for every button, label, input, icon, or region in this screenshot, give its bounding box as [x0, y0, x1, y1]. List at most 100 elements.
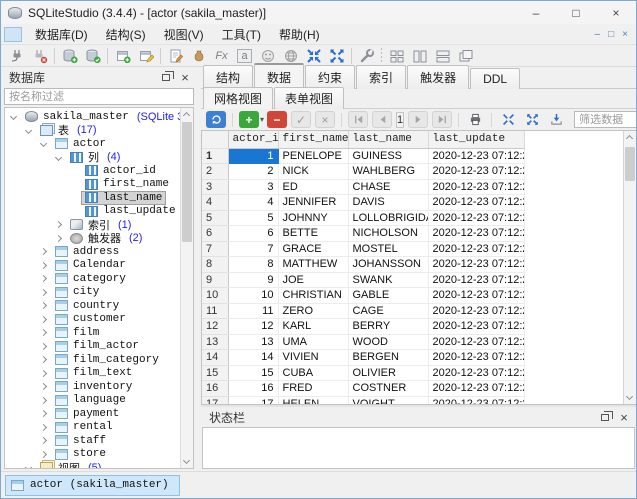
- cell-actor_id[interactable]: 13: [228, 334, 278, 350]
- menu-item[interactable]: 工具(T): [213, 24, 270, 45]
- cell-first_name[interactable]: JOHNNY: [278, 210, 348, 226]
- cell-first_name[interactable]: ED: [278, 179, 348, 195]
- chevron-down-icon[interactable]: [25, 464, 32, 468]
- cell-actor_id[interactable]: 17: [228, 396, 278, 404]
- cell-actor_id[interactable]: 5: [228, 210, 278, 226]
- cell-actor_id[interactable]: 10: [228, 288, 278, 304]
- tree-item-category[interactable]: category: [5, 272, 180, 286]
- cell-last_update[interactable]: 2020-12-23 07:12:29: [428, 396, 524, 404]
- cell-last_name[interactable]: BERGEN: [348, 350, 428, 366]
- refresh-data-button[interactable]: [206, 111, 226, 128]
- cell-actor_id[interactable]: 16: [228, 381, 278, 397]
- column-header-first_name[interactable]: first_name: [278, 131, 348, 148]
- dock-float-button[interactable]: [158, 70, 174, 84]
- first-page-button[interactable]: [348, 111, 368, 128]
- cell-first_name[interactable]: UMA: [278, 334, 348, 350]
- cell-actor_id[interactable]: 15: [228, 365, 278, 381]
- menu-item[interactable]: 帮助(H): [270, 24, 329, 45]
- minimize-button[interactable]: –: [516, 1, 556, 24]
- cell-last_update[interactable]: 2020-12-23 07:12:29: [428, 179, 524, 195]
- grid-scrollbar[interactable]: [623, 131, 636, 404]
- insert-row-button[interactable]: +: [239, 111, 259, 128]
- chevron-right-icon[interactable]: [40, 275, 47, 282]
- view-tab-网格视图[interactable]: 网格视图: [203, 87, 273, 109]
- tab-数据[interactable]: 数据: [254, 63, 304, 89]
- cell-last_update[interactable]: 2020-12-23 07:12:29: [428, 319, 524, 335]
- cell-first_name[interactable]: JOE: [278, 272, 348, 288]
- row-number-cell[interactable]: 10: [202, 288, 228, 304]
- tree-filter-input[interactable]: [4, 88, 194, 105]
- chevron-right-icon[interactable]: [40, 410, 47, 417]
- scroll-down-icon[interactable]: [183, 457, 190, 464]
- tree-item-触发器[interactable]: 触发器(2): [5, 232, 180, 246]
- cell-actor_id[interactable]: 11: [228, 303, 278, 319]
- tree-item-last_name[interactable]: last_name: [5, 191, 180, 205]
- cell-last_name[interactable]: JOHANSSON: [348, 257, 428, 273]
- cell-first_name[interactable]: JENNIFER: [278, 195, 348, 211]
- insert-row-dropdown-icon[interactable]: ▾: [260, 115, 264, 124]
- chevron-right-icon[interactable]: [40, 316, 47, 323]
- row-number-cell[interactable]: 5: [202, 210, 228, 226]
- cell-last_update[interactable]: 2020-12-23 07:12:29: [428, 257, 524, 273]
- cell-first_name[interactable]: PENELOPE: [278, 148, 348, 164]
- scroll-up-icon[interactable]: [626, 135, 633, 142]
- cell-last_name[interactable]: MOSTEL: [348, 241, 428, 257]
- scroll-up-icon[interactable]: [183, 112, 190, 119]
- mdi-minimize-button[interactable]: –: [595, 29, 601, 40]
- chevron-right-icon[interactable]: [40, 451, 47, 458]
- tree-item-customer[interactable]: customer: [5, 313, 180, 327]
- row-number-cell[interactable]: 1: [202, 148, 228, 164]
- tree-item-列[interactable]: 列(4): [5, 151, 180, 165]
- mdi-grid-layout-button[interactable]: [385, 46, 408, 66]
- cell-actor_id[interactable]: 7: [228, 241, 278, 257]
- cell-last_update[interactable]: 2020-12-23 07:12:29: [428, 164, 524, 180]
- cell-last_update[interactable]: 2020-12-23 07:12:29: [428, 381, 524, 397]
- cell-first_name[interactable]: GRACE: [278, 241, 348, 257]
- cell-actor_id[interactable]: 14: [228, 350, 278, 366]
- tree-item-city[interactable]: city: [5, 286, 180, 300]
- chevron-right-icon[interactable]: [40, 343, 47, 350]
- row-number-cell[interactable]: 2: [202, 164, 228, 180]
- cell-first_name[interactable]: ZERO: [278, 303, 348, 319]
- tree-item-inventory[interactable]: inventory: [5, 380, 180, 394]
- row-number-cell[interactable]: 15: [202, 365, 228, 381]
- tree-item-Calendar[interactable]: Calendar: [5, 259, 180, 273]
- tree-item-staff[interactable]: staff: [5, 434, 180, 448]
- cell-last_name[interactable]: VOIGHT: [348, 396, 428, 404]
- cell-last_update[interactable]: 2020-12-23 07:12:29: [428, 148, 524, 164]
- chevron-right-icon[interactable]: [55, 235, 62, 242]
- grid-corner-cell[interactable]: [202, 131, 228, 148]
- tree-item-first_name[interactable]: first_name: [5, 178, 180, 192]
- new-table-button[interactable]: [111, 46, 134, 66]
- chevron-right-icon[interactable]: [40, 383, 47, 390]
- cell-actor_id[interactable]: 3: [228, 179, 278, 195]
- cell-last_update[interactable]: 2020-12-23 07:12:29: [428, 226, 524, 242]
- collations-editor-button[interactable]: a: [233, 46, 256, 66]
- tree-item-film_category[interactable]: film_category: [5, 353, 180, 367]
- disconnect-database-button[interactable]: [28, 46, 51, 66]
- tree-item-country[interactable]: country: [5, 299, 180, 313]
- cell-last_name[interactable]: SWANK: [348, 272, 428, 288]
- configuration-button[interactable]: [355, 46, 378, 66]
- chevron-down-icon[interactable]: [25, 127, 32, 134]
- cell-last_name[interactable]: LOLLOBRIGIDA: [348, 210, 428, 226]
- rollback-changes-button[interactable]: ×: [315, 111, 335, 128]
- data-filter-input[interactable]: [574, 111, 637, 128]
- row-number-cell[interactable]: 14: [202, 350, 228, 366]
- chevron-right-icon[interactable]: [40, 289, 47, 296]
- cell-first_name[interactable]: BETTE: [278, 226, 348, 242]
- menu-item[interactable]: 视图(V): [155, 24, 213, 45]
- chevron-right-icon[interactable]: [40, 437, 47, 444]
- chevron-right-icon[interactable]: [40, 302, 47, 309]
- tree-item-表[interactable]: 表(17): [5, 124, 180, 138]
- collapse-all-windows-button[interactable]: [302, 46, 325, 66]
- menu-item[interactable]: 数据库(D): [26, 24, 97, 45]
- row-number-cell[interactable]: 4: [202, 195, 228, 211]
- cell-last_update[interactable]: 2020-12-23 07:12:29: [428, 241, 524, 257]
- menu-item[interactable]: 结构(S): [97, 24, 155, 45]
- cell-first_name[interactable]: KARL: [278, 319, 348, 335]
- tree-item-language[interactable]: language: [5, 394, 180, 408]
- window-list-item[interactable]: actor (sakila_master): [5, 475, 180, 496]
- sql-history-button[interactable]: [187, 46, 210, 66]
- scroll-down-icon[interactable]: [626, 393, 633, 400]
